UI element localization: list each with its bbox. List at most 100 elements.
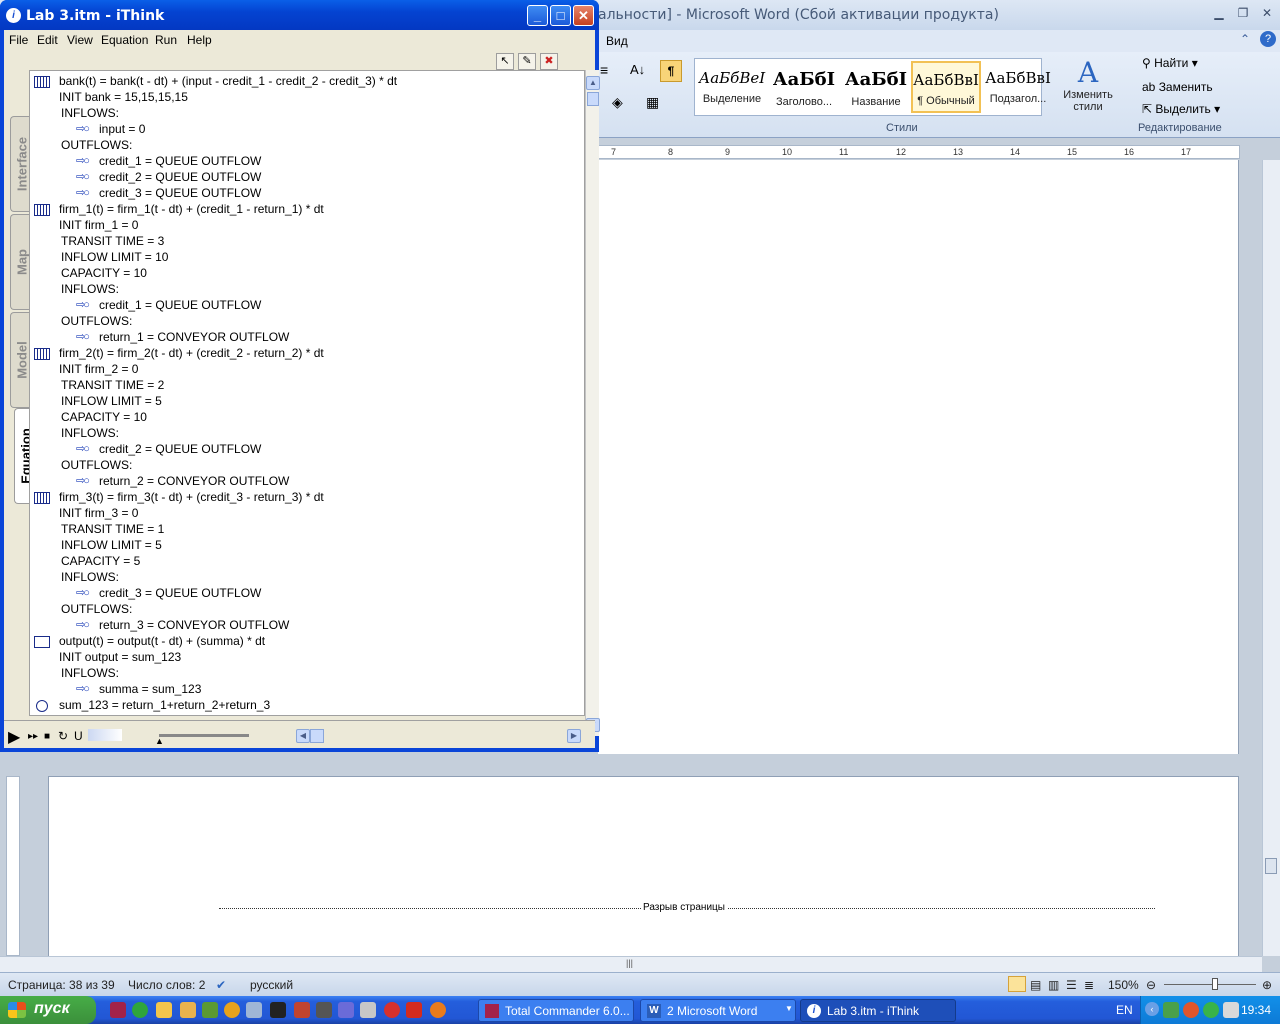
style-heading[interactable]: АаБбI Заголово... [769, 61, 839, 113]
quicklaunch-app-icon[interactable] [110, 1002, 126, 1018]
minimize-icon[interactable]: ▁ [1208, 6, 1230, 22]
taskbar-button-totalcmd[interactable]: Total Commander 6.0... [478, 999, 634, 1022]
pointer-icon[interactable]: ↖ [496, 53, 514, 70]
web-layout-icon[interactable]: ▥ [1048, 978, 1059, 992]
spelling-icon[interactable]: ✔ [216, 978, 226, 992]
minimize-icon[interactable]: _ [527, 5, 548, 26]
equation-line[interactable]: INFLOWS: [30, 282, 570, 298]
replace-button[interactable]: ab Заменить [1142, 80, 1213, 94]
fast-forward-icon[interactable]: ▸▸ [28, 731, 38, 742]
equation-line[interactable]: INFLOWS: [30, 426, 570, 442]
menu-edit[interactable]: Edit [37, 33, 58, 47]
restore-icon[interactable]: ↻ [58, 729, 68, 743]
quicklaunch-terminal-icon[interactable] [316, 1002, 332, 1018]
list-icon[interactable]: ≡ [600, 62, 608, 78]
scroll-grip-icon[interactable]: ||| [626, 958, 633, 968]
hand-icon[interactable]: ✎ [518, 53, 536, 70]
quicklaunch-pdf-icon[interactable] [406, 1002, 422, 1018]
quicklaunch-key-icon[interactable] [338, 1002, 354, 1018]
style-normal[interactable]: АаБбВвI ¶ Обычный [911, 61, 981, 113]
status-page[interactable]: Страница: 38 из 39 [8, 978, 115, 992]
quicklaunch-opera-icon[interactable] [384, 1002, 400, 1018]
equation-line[interactable]: CAPACITY = 5 [30, 554, 570, 570]
document-page-2[interactable]: Разрыв страницы [48, 776, 1239, 956]
word-vertical-scrollbar[interactable] [1262, 160, 1280, 956]
menu-help[interactable]: Help [187, 33, 212, 47]
quicklaunch-media-icon[interactable] [270, 1002, 286, 1018]
scroll-up-icon[interactable]: ▲ [586, 76, 600, 90]
equation-line[interactable]: sum_123 = return_1+return_2+return_3 [30, 698, 570, 714]
equation-line[interactable]: TRANSIT TIME = 1 [30, 522, 570, 538]
dynamite-icon[interactable]: ✖ [540, 53, 558, 70]
menu-equation[interactable]: Equation [101, 33, 148, 47]
quicklaunch-player-icon[interactable] [224, 1002, 240, 1018]
clock[interactable]: 19:34 [1241, 1003, 1271, 1017]
equation-line[interactable]: INFLOWS: [30, 570, 570, 586]
vertical-ruler[interactable] [6, 776, 20, 956]
equation-line[interactable]: ⇨○ credit_3 = QUEUE OUTFLOW [30, 586, 570, 602]
status-words[interactable]: Число слов: 2 [128, 978, 205, 992]
equation-line[interactable]: ⇨○ credit_2 = QUEUE OUTFLOW [30, 442, 570, 458]
document-page[interactable] [598, 160, 1239, 754]
scroll-thumb[interactable] [587, 92, 599, 106]
equation-line[interactable]: ⇨○ credit_1 = QUEUE OUTFLOW [30, 154, 570, 170]
zoom-in-icon[interactable]: ⊕ [1262, 978, 1272, 992]
equation-line[interactable]: TRANSIT TIME = 2 [30, 378, 570, 394]
ithink-title-bar[interactable]: i Lab 3.itm - iThink _ □ ✕ [0, 0, 599, 30]
maximize-icon[interactable]: □ [550, 5, 571, 26]
select-button[interactable]: ⇱ Выделить ▾ [1142, 102, 1220, 116]
taskbar-button-word[interactable]: W 2 Microsoft Word ▼ [640, 999, 796, 1022]
quicklaunch-lock-icon[interactable] [360, 1002, 376, 1018]
quicklaunch-messenger-icon[interactable] [132, 1002, 148, 1018]
equation-line[interactable]: INIT bank = 15,15,15,15 [30, 90, 570, 106]
start-button[interactable]: пуск [0, 996, 96, 1024]
borders-icon[interactable]: ▦ [646, 94, 659, 111]
equation-line[interactable]: ⇨○ credit_2 = QUEUE OUTFLOW [30, 170, 570, 186]
equation-line[interactable]: CAPACITY = 10 [30, 410, 570, 426]
quicklaunch-tool-icon[interactable] [202, 1002, 218, 1018]
hscroll-thumb[interactable] [310, 729, 324, 743]
equation-line[interactable]: ⇨○ return_2 = CONVEYOR OUTFLOW [30, 474, 570, 490]
equation-line[interactable]: INIT firm_2 = 0 [30, 362, 570, 378]
full-screen-icon[interactable]: ▤ [1030, 978, 1041, 992]
equation-line[interactable]: INFLOWS: [30, 666, 570, 682]
tray-volume-icon[interactable] [1223, 1002, 1239, 1018]
zoom-slider[interactable] [1164, 978, 1256, 990]
menu-view[interactable]: Вид [606, 34, 628, 48]
equation-list[interactable]: bank(t) = bank(t - dt) + (input - credit… [29, 70, 585, 716]
equation-vertical-scrollbar[interactable]: ▲ ▼ [585, 70, 600, 736]
equation-line[interactable]: ⇨○ credit_1 = QUEUE OUTFLOW [30, 298, 570, 314]
language-indicator[interactable]: EN [1116, 1003, 1133, 1017]
style-subtitle[interactable]: АаБбВвI Подзагол... [983, 61, 1053, 113]
sort-icon[interactable]: A↓ [630, 62, 645, 77]
equation-line[interactable]: OUTFLOWS: [30, 602, 570, 618]
equation-line[interactable]: firm_3(t) = firm_3(t - dt) + (credit_3 -… [30, 490, 570, 506]
style-emphasis[interactable]: АаБбВеI Выделение [697, 61, 767, 113]
units-icon[interactable]: U [74, 729, 83, 743]
close-icon[interactable]: ✕ [573, 5, 594, 26]
equation-line[interactable]: OUTFLOWS: [30, 138, 570, 154]
equation-line[interactable]: INIT firm_3 = 0 [30, 506, 570, 522]
run-icon[interactable]: ▶ [8, 727, 20, 747]
word-horizontal-scrollbar[interactable]: ||| [0, 956, 1262, 972]
equation-line[interactable]: output(t) = output(t - dt) + (summa) * d… [30, 634, 570, 650]
scroll-left-icon[interactable]: ◀ [296, 729, 310, 743]
equation-line[interactable]: ⇨○ credit_3 = QUEUE OUTFLOW [30, 186, 570, 202]
equation-line[interactable]: INFLOW LIMIT = 10 [30, 250, 570, 266]
equation-line[interactable]: bank(t) = bank(t - dt) + (input - credit… [30, 74, 570, 90]
help-icon[interactable]: ? [1260, 31, 1276, 47]
speed-slider-thumb[interactable]: ▲ [155, 736, 164, 746]
equation-line[interactable]: OUTFLOWS: [30, 458, 570, 474]
tray-network-icon[interactable] [1163, 1002, 1179, 1018]
taskbar-button-ithink[interactable]: i Lab 3.itm - iThink [800, 999, 956, 1022]
stop-icon[interactable]: ■ [44, 731, 50, 742]
find-button[interactable]: ⚲ Найти ▾ [1142, 56, 1198, 70]
show-formatting-icon[interactable]: ¶ [660, 60, 682, 82]
equation-line[interactable]: ⇨○ summa = sum_123 [30, 682, 570, 698]
change-styles-button[interactable]: A Изменить стили [1056, 56, 1120, 113]
scroll-thumb[interactable] [1265, 858, 1277, 874]
shading-icon[interactable]: ◈ [612, 94, 623, 111]
equation-line[interactable]: CAPACITY = 10 [30, 266, 570, 282]
outline-icon[interactable]: ☰ [1066, 978, 1077, 992]
collapse-ribbon-icon[interactable]: ⌃ [1240, 32, 1250, 46]
